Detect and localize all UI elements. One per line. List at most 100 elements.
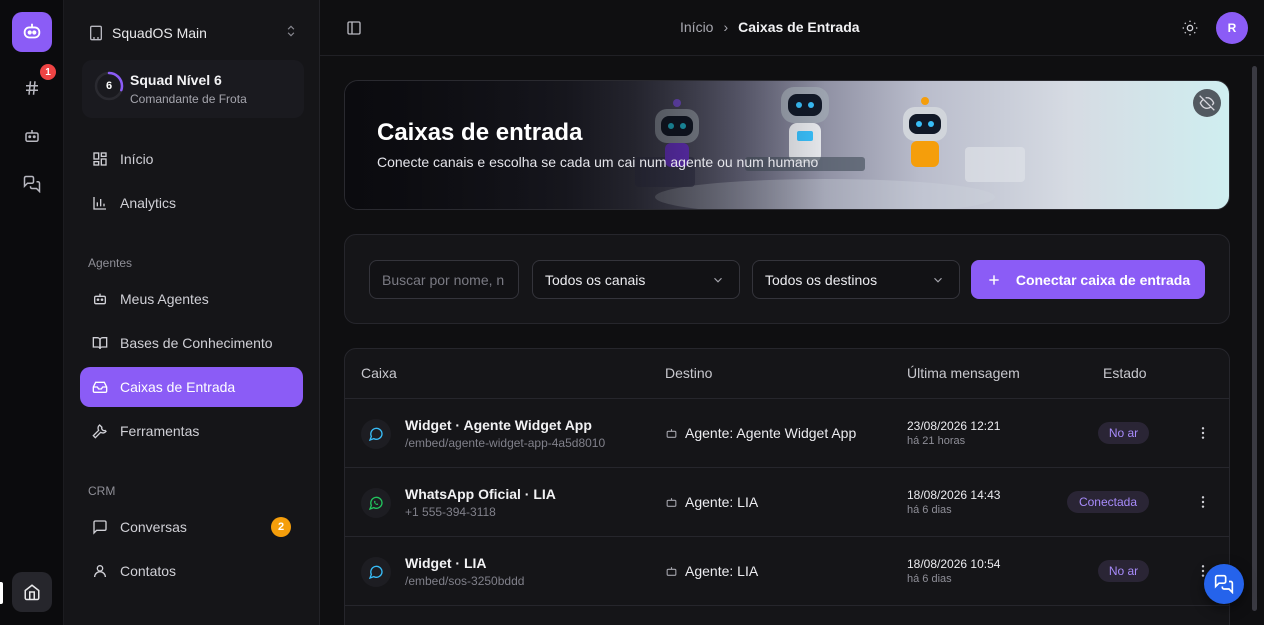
home-icon <box>24 584 40 601</box>
widget-channel-icon <box>361 557 391 587</box>
notification-badge: 1 <box>40 64 56 80</box>
section-label-crm: CRM <box>88 484 116 498</box>
messages-icon <box>1214 574 1234 594</box>
app-logo[interactable] <box>12 12 52 52</box>
page-title: Caixas de entrada <box>377 119 583 146</box>
nav-label: Conversas <box>120 519 187 535</box>
book-open-icon <box>92 335 108 351</box>
status-badge: Conectada <box>1067 491 1149 513</box>
last-message-relative: há 6 dias <box>907 504 952 516</box>
building-icon <box>90 25 102 41</box>
nav-item-meus-agentes[interactable]: Meus Agentes <box>80 279 303 319</box>
inbox-name: WhatsApp Oficial · LIA <box>405 486 556 502</box>
status-badge: No ar <box>1098 422 1149 444</box>
nav-item-ferramentas[interactable]: Ferramentas <box>80 411 303 451</box>
inbox-destination: Agente: Agente Widget App <box>665 425 856 441</box>
inbox-destination: Agente: LIA <box>665 563 758 579</box>
destination-label: Agente: Agente Widget App <box>685 425 857 441</box>
wrench-icon <box>92 423 108 439</box>
inboxes-table: Caixa Destino Última mensagem Estado Wid… <box>344 348 1230 625</box>
breadcrumb-current: Caixas de Entrada <box>738 19 860 35</box>
breadcrumb-home[interactable]: Início <box>680 19 713 35</box>
support-chat-button[interactable] <box>1204 564 1244 604</box>
main-content: Início › Caixas de Entrada R Caixas de e… <box>320 0 1264 625</box>
destination-label: Agente: LIA <box>685 494 759 510</box>
last-message-date: 18/08/2026 10:54 <box>907 557 1001 571</box>
bot-icon <box>666 428 677 438</box>
bot-icon <box>666 566 677 576</box>
inbox-icon <box>92 379 108 395</box>
search-input[interactable] <box>369 260 519 299</box>
more-vertical-icon <box>1201 427 1205 439</box>
hero-banner: Caixas de entrada Conecte canais e escol… <box>344 80 1230 210</box>
nav-label: Contatos <box>120 563 177 579</box>
workspace-name: SquadOS Main <box>112 25 207 41</box>
breadcrumb: Início › Caixas de Entrada <box>680 19 860 35</box>
destination-select[interactable]: Todos os destinos <box>752 260 960 299</box>
squad-subtitle: Comandante de Frota <box>130 92 247 106</box>
chevrons-up-down-icon <box>287 25 295 37</box>
nav-item-conversas[interactable]: Conversas 2 <box>80 507 303 547</box>
last-message-date: 18/08/2026 14:43 <box>907 488 1001 502</box>
icon-rail: 1 <box>0 0 64 625</box>
table-row[interactable]: Widget · Agente Widget App /embed/agente… <box>345 399 1229 468</box>
workspace-switcher[interactable]: SquadOS Main <box>88 22 298 44</box>
inbox-name: Widget · LIA <box>405 555 487 571</box>
nav-item-analytics[interactable]: Analytics <box>80 183 303 223</box>
user-avatar[interactable]: R <box>1216 12 1248 44</box>
conversas-count-badge: 2 <box>271 517 291 537</box>
theme-toggle-button[interactable] <box>1182 20 1198 39</box>
nav-item-bases-de-conhecimento[interactable]: Bases de Conhecimento <box>80 323 303 363</box>
table-row[interactable]: Widget · LIA /embed/sos-3250bddd Agente:… <box>345 537 1229 606</box>
row-menu-button[interactable] <box>1195 494 1211 513</box>
nav-item-inicio[interactable]: Início <box>80 139 303 179</box>
channel-select-value: Todos os canais <box>545 271 646 288</box>
destination-label: Agente: LIA <box>685 563 759 579</box>
channel-select[interactable]: Todos os canais <box>532 260 740 299</box>
squad-level-card[interactable]: 6 Squad Nível 6 Comandante de Frota <box>82 60 304 118</box>
active-indicator <box>0 582 3 604</box>
nav-label: Bases de Conhecimento <box>120 335 273 351</box>
message-square-icon <box>92 519 108 535</box>
sidebar-toggle-button[interactable] <box>346 20 362 39</box>
scrollbar[interactable] <box>1252 66 1257 611</box>
panel-left-icon <box>347 21 361 35</box>
nav-label: Caixas de Entrada <box>120 379 236 395</box>
last-message-relative: há 21 horas <box>907 435 966 447</box>
layout-grid-icon <box>92 151 108 167</box>
table-row[interactable]: WhatsApp Oficial · LIA +1 555-394-3118 A… <box>345 468 1229 537</box>
inbox-destination: Agente: LIA <box>665 494 758 510</box>
status-badge: No ar <box>1098 560 1149 582</box>
connect-inbox-label: Conectar caixa de entrada <box>1015 271 1191 288</box>
user-icon <box>92 563 108 579</box>
nav-item-contatos[interactable]: Contatos <box>80 551 303 591</box>
bot-icon <box>92 291 108 307</box>
hash-icon <box>26 81 38 95</box>
sun-icon <box>1182 20 1198 36</box>
row-menu-button[interactable] <box>1195 425 1211 444</box>
plus-icon <box>989 274 999 285</box>
page-subtitle: Conecte canais e escolha se cada um cai … <box>377 154 819 170</box>
eye-off-icon <box>1199 95 1215 111</box>
inbox-path: /embed/sos-3250bddd <box>405 574 525 588</box>
nav-label: Ferramentas <box>120 423 200 439</box>
inbox-phone: +1 555-394-3118 <box>405 505 496 519</box>
messages-icon <box>23 175 41 193</box>
more-vertical-icon <box>1201 496 1205 508</box>
robot-logo-icon <box>23 23 41 39</box>
home-rail-button[interactable] <box>12 572 52 612</box>
agents-rail-button[interactable] <box>17 121 47 151</box>
connect-inbox-button[interactable]: Conectar caixa de entrada <box>971 260 1205 299</box>
whatsapp-channel-icon <box>361 488 391 518</box>
destination-select-value: Todos os destinos <box>765 271 878 288</box>
bot-icon <box>666 497 677 507</box>
messages-rail-button[interactable] <box>17 169 47 199</box>
chevron-down-icon <box>714 277 722 283</box>
section-label-agentes: Agentes <box>88 256 133 270</box>
hide-banner-button[interactable] <box>1193 89 1221 117</box>
top-bar: Início › Caixas de Entrada R <box>320 0 1264 56</box>
nav-label: Analytics <box>120 195 177 211</box>
squad-level-number: 6 <box>105 80 113 92</box>
breadcrumb-separator: › <box>723 19 729 35</box>
nav-item-caixas-de-entrada[interactable]: Caixas de Entrada <box>80 367 303 407</box>
